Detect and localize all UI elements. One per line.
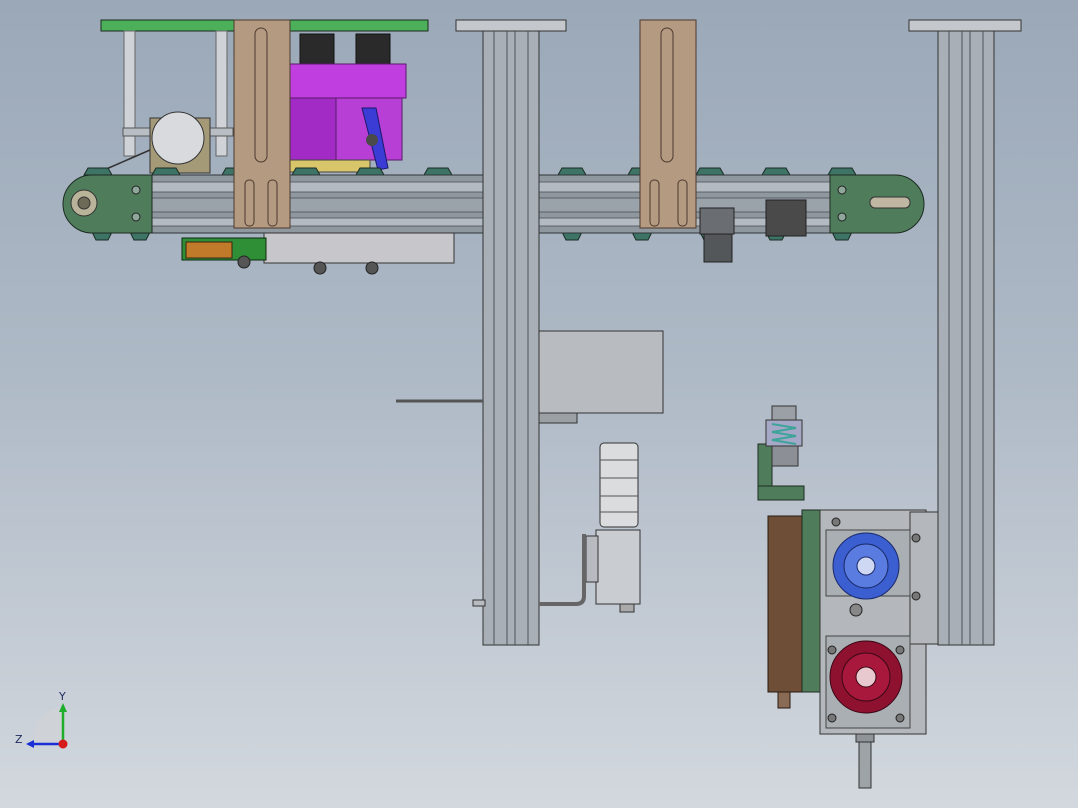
industrial-camera <box>539 442 641 613</box>
tan-bracket-left <box>233 19 291 229</box>
gear-red <box>829 640 903 714</box>
clamp-bracket <box>699 207 735 263</box>
orientation-triad: Y Z <box>15 690 68 749</box>
cad-viewport[interactable]: Y Z <box>0 0 1078 808</box>
camera-mount-box <box>538 330 664 424</box>
gear-blue <box>832 532 900 600</box>
roller-motor <box>103 111 211 174</box>
magenta-cylinder-block <box>287 33 407 173</box>
triad-z-label: Z <box>15 733 23 746</box>
output-shaft <box>855 733 875 789</box>
triad-y-label: Y <box>58 690 66 703</box>
brown-stem <box>767 509 821 709</box>
tan-bracket-right <box>639 19 697 229</box>
underside-mechanism <box>181 232 455 275</box>
sensor-block <box>765 199 807 237</box>
conveyor-belt <box>83 167 871 241</box>
x-axis-dot <box>58 739 68 749</box>
conveyor-end-cap-right <box>829 174 925 234</box>
conveyor-end-cap-left <box>62 174 153 234</box>
spring-assembly <box>757 405 805 501</box>
